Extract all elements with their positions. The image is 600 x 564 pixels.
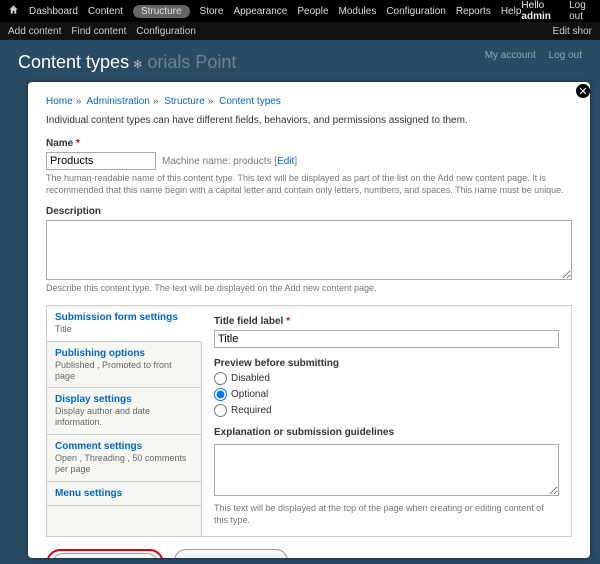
- sub-configuration[interactable]: Configuration: [136, 26, 195, 37]
- nav-dashboard[interactable]: Dashboard: [29, 6, 78, 17]
- admin-subbar: Add content Find content Configuration E…: [0, 22, 600, 40]
- gear-icon[interactable]: ✻: [133, 59, 142, 71]
- home-icon[interactable]: [8, 4, 19, 18]
- vertical-tabs: Submission form settings Title Publishin…: [46, 305, 572, 537]
- machine-name: Machine name: products [Edit]: [162, 156, 297, 167]
- sub-edit-shortcuts[interactable]: Edit shor: [553, 26, 592, 37]
- page-logout-link[interactable]: Log out: [549, 50, 582, 61]
- user-links: My account Log out: [475, 50, 582, 61]
- name-help: The human-readable name of this content …: [46, 173, 572, 196]
- preview-required-radio[interactable]: [214, 404, 227, 417]
- description-textarea[interactable]: [46, 220, 572, 280]
- save-add-fields-button[interactable]: Save and add fields: [174, 549, 288, 558]
- preview-optional-label: Optional: [231, 389, 268, 400]
- crumb-structure[interactable]: Structure: [164, 96, 205, 107]
- nav-store[interactable]: Store: [200, 6, 224, 17]
- guidelines-label: Explanation or submission guidelines: [214, 427, 559, 438]
- preview-required-label: Required: [231, 405, 272, 416]
- nav-help[interactable]: Help: [501, 6, 522, 17]
- nav-structure[interactable]: Structure: [133, 5, 190, 18]
- title-field-input[interactable]: [214, 330, 559, 348]
- name-input[interactable]: [46, 152, 156, 170]
- hello-text: Hello admin: [521, 0, 559, 22]
- description-label: Description: [46, 206, 572, 217]
- save-button[interactable]: Save content type: [52, 553, 158, 558]
- tab-comment[interactable]: Comment settings Open , Threading , 50 c…: [47, 435, 201, 482]
- page-title: Content types✻ orials Point: [0, 40, 600, 85]
- name-label: Name *: [46, 138, 572, 149]
- sub-add-content[interactable]: Add content: [8, 26, 61, 37]
- tab-pane: Title field label * Preview before submi…: [202, 306, 571, 536]
- crumb-content-types[interactable]: Content types: [219, 96, 281, 107]
- nav-configuration[interactable]: Configuration: [386, 6, 445, 17]
- preview-optional-radio[interactable]: [214, 388, 227, 401]
- title-field-label: Title field label *: [214, 316, 559, 327]
- tab-menu[interactable]: Menu settings: [47, 482, 201, 506]
- tab-display[interactable]: Display settings Display author and date…: [47, 388, 201, 435]
- breadcrumb: Home» Administration» Structure» Content…: [46, 96, 572, 107]
- crumb-admin[interactable]: Administration: [86, 96, 149, 107]
- preview-disabled-label: Disabled: [231, 373, 270, 384]
- page-background: My account Log out Content types✻ orials…: [0, 40, 600, 564]
- save-highlight: Save content type: [46, 549, 164, 558]
- preview-legend: Preview before submitting: [214, 358, 559, 369]
- description-help: Describe this content type. The text wil…: [46, 283, 572, 295]
- tab-publishing[interactable]: Publishing options Published , Promoted …: [47, 342, 201, 389]
- crumb-home[interactable]: Home: [46, 96, 73, 107]
- machine-name-edit-link[interactable]: Edit: [277, 156, 294, 167]
- overlay-panel: ✕ Home» Administration» Structure» Conte…: [28, 82, 590, 558]
- button-row: Save content type Save and add fields: [46, 549, 572, 558]
- intro-text: Individual content types can have differ…: [46, 115, 572, 126]
- nav-modules[interactable]: Modules: [339, 6, 377, 17]
- logout-link[interactable]: Log out: [569, 0, 592, 22]
- nav-reports[interactable]: Reports: [456, 6, 491, 17]
- guidelines-textarea[interactable]: [214, 444, 559, 496]
- sub-find-content[interactable]: Find content: [71, 26, 126, 37]
- nav-appearance[interactable]: Appearance: [233, 6, 287, 17]
- guidelines-help: This text will be displayed at the top o…: [214, 503, 559, 526]
- preview-disabled-radio[interactable]: [214, 372, 227, 385]
- tab-submission-form[interactable]: Submission form settings Title: [47, 306, 202, 342]
- admin-toolbar: Dashboard Content Structure Store Appear…: [0, 0, 600, 22]
- nav-content[interactable]: Content: [88, 6, 123, 17]
- nav-people[interactable]: People: [297, 6, 328, 17]
- my-account-link[interactable]: My account: [485, 50, 536, 61]
- close-icon[interactable]: ✕: [574, 82, 590, 100]
